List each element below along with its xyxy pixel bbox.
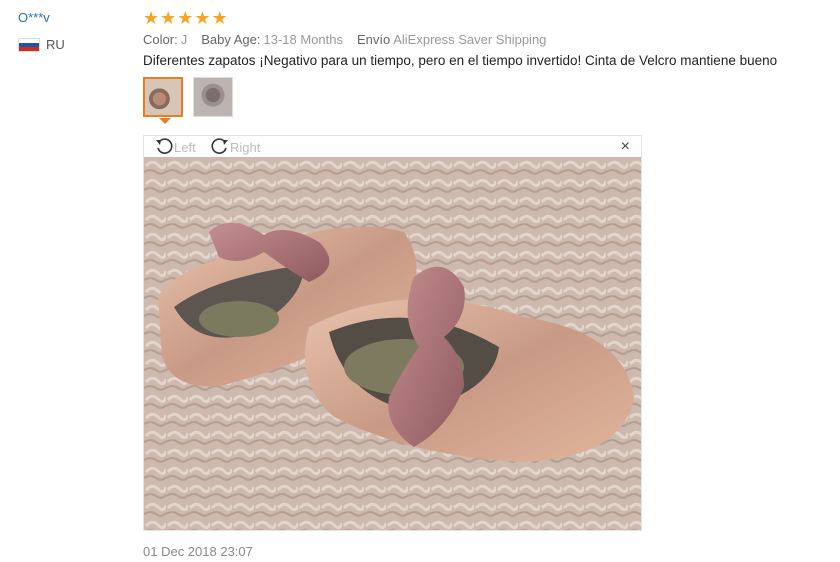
rotate-left-label: Left [174, 140, 196, 155]
reviewer-country: RU [18, 37, 65, 52]
order-details: Color: J Baby Age: 13-18 Months Envío AliEx… [143, 32, 823, 47]
rotate-right-button[interactable]: Right [210, 137, 260, 158]
russia-flag-icon [18, 37, 40, 52]
review-date: 01 Dec 2018 23:07 [143, 544, 253, 559]
rotate-left-button[interactable]: Left [154, 137, 196, 158]
review-text: Diferentes zapatos ¡Negativo para un tie… [143, 53, 778, 68]
photo-thumbnail-2[interactable] [193, 77, 233, 117]
baby-age-detail: Baby Age: 13-18 Months [201, 32, 343, 47]
star-icon: ★ [211, 8, 228, 28]
reviewer-name[interactable]: O***v [18, 10, 65, 25]
star-icon: ★ [160, 8, 177, 28]
reviewer-info: O***v RU [18, 10, 65, 52]
rotate-left-icon [154, 137, 174, 158]
star-icon: ★ [143, 8, 160, 28]
viewer-toolbar: Left Right × [144, 136, 641, 157]
close-viewer-button[interactable]: × [621, 138, 630, 156]
star-icon: ★ [194, 8, 211, 28]
star-icon: ★ [177, 8, 194, 28]
shipping-detail: Envío AliExpress Saver Shipping [356, 32, 547, 47]
rating-stars: ★ ★ ★ ★ ★ [143, 8, 823, 28]
baby-shoes-photo [144, 157, 641, 530]
rotate-right-icon [210, 137, 230, 158]
photo-viewer: Left Right × [143, 135, 642, 531]
review-thumbnails [143, 77, 823, 124]
photo-thumbnail-1[interactable] [143, 77, 183, 117]
review-photo [144, 157, 641, 530]
active-thumbnail-pointer [159, 118, 171, 124]
color-detail: Color: J [143, 32, 188, 47]
rotate-right-label: Right [230, 140, 261, 155]
review-content: ★ ★ ★ ★ ★ Color: J Baby Age: 13-18 Months … [143, 8, 823, 124]
country-code: RU [46, 37, 65, 52]
